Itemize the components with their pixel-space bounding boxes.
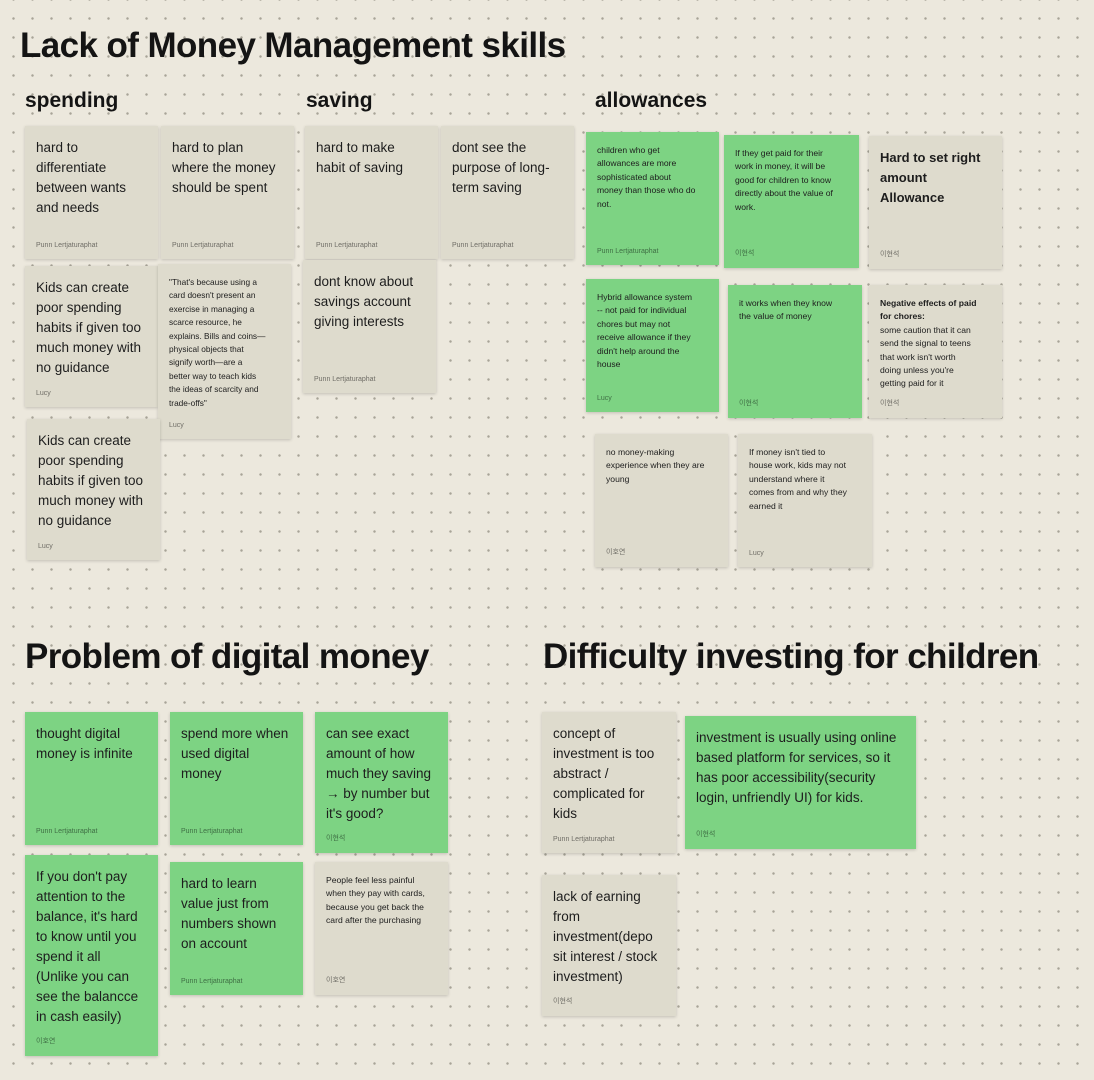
sticky-note[interactable]: Kids can create poor spending habits if … <box>25 266 158 407</box>
note-text: concept of investment is too abstract / … <box>553 726 655 821</box>
note-text: investment is usually using online based… <box>696 730 897 805</box>
note-text: hard to plan where the money should be s… <box>172 140 276 195</box>
sticky-note[interactable]: People feel less painful when they pay w… <box>315 862 448 995</box>
sticky-note[interactable]: thought digital money is infinite Punn L… <box>25 712 158 845</box>
note-author: Punn Lertjaturaphat <box>452 242 514 249</box>
sticky-note[interactable]: spend more when used digital money Punn … <box>170 712 303 845</box>
section-heading-spending: spending <box>25 89 119 112</box>
section-heading-allowances: allowances <box>595 89 708 112</box>
sticky-note[interactable]: Kids can create poor spending habits if … <box>27 419 160 560</box>
sticky-note[interactable]: hard to differentiate between wants and … <box>25 126 158 259</box>
note-author: Punn Lertjaturaphat <box>36 828 98 835</box>
note-text: children who get allowances are more sop… <box>597 145 696 209</box>
note-text: hard to make habit of saving <box>316 140 404 175</box>
sticky-note[interactable]: "That's because using a card doesn't pre… <box>158 264 291 439</box>
sticky-note[interactable]: children who get allowances are more sop… <box>586 132 719 265</box>
board-title: Lack of Money Management skills <box>20 26 566 65</box>
sticky-note[interactable]: hard to make habit of saving Punn Lertja… <box>305 126 438 259</box>
note-text: hard to learn value just from numbers sh… <box>181 876 277 951</box>
note-text: can see exact amount of how much they sa… <box>326 726 432 821</box>
note-author: 이현석 <box>880 251 900 258</box>
note-author: Punn Lertjaturaphat <box>314 376 376 383</box>
sticky-note[interactable]: lack of earning from investment(depo sit… <box>542 875 676 1016</box>
note-author: Punn Lertjaturaphat <box>181 978 243 985</box>
note-author: 이현석 <box>735 250 755 257</box>
note-author: 이호연 <box>326 977 346 984</box>
note-author: 이현석 <box>696 831 716 838</box>
note-text: it works when they know the value of mon… <box>739 298 833 322</box>
note-author: 이현석 <box>326 835 346 842</box>
sticky-note[interactable]: it works when they know the value of mon… <box>728 285 862 418</box>
note-author: Lucy <box>38 543 53 550</box>
note-author: Punn Lertjaturaphat <box>553 836 615 843</box>
note-author: Punn Lertjaturaphat <box>316 242 378 249</box>
note-text: Hard to set right amount Allowance <box>880 150 981 205</box>
section-heading-investing: Difficulty investing for children <box>543 637 1039 676</box>
note-author: Punn Lertjaturaphat <box>597 248 659 255</box>
section-heading-digital-money: Problem of digital money <box>25 637 429 676</box>
sticky-note[interactable]: If money isn't tied to house work, kids … <box>738 434 872 567</box>
note-author: 이호연 <box>606 549 626 556</box>
sticky-note[interactable]: no money-making experience when they are… <box>595 434 728 567</box>
note-author: Lucy <box>597 395 612 402</box>
note-author: 이현석 <box>553 998 573 1005</box>
note-text: no money-making experience when they are… <box>606 447 705 484</box>
note-text: Kids can create poor spending habits if … <box>36 280 142 375</box>
note-text: If they get paid for their work in money… <box>735 148 833 212</box>
section-heading-saving: saving <box>306 89 373 112</box>
note-author: Punn Lertjaturaphat <box>181 828 243 835</box>
note-text: thought digital money is infinite <box>36 726 133 761</box>
note-author: Lucy <box>169 422 184 429</box>
sticky-note[interactable]: Hybrid allowance system -- not paid for … <box>586 279 719 412</box>
note-author: Punn Lertjaturaphat <box>172 242 234 249</box>
note-text: If you don't pay attention to the balanc… <box>36 869 139 1024</box>
note-author: 이호연 <box>36 1038 56 1045</box>
sticky-note[interactable]: dont see the purpose of long- term savin… <box>441 126 574 259</box>
sticky-note[interactable]: hard to plan where the money should be s… <box>161 126 294 259</box>
note-text: hard to differentiate between wants and … <box>36 140 127 215</box>
note-text: If money isn't tied to house work, kids … <box>749 447 847 511</box>
note-text: dont know about savings account giving i… <box>314 274 414 329</box>
note-text: Kids can create poor spending habits if … <box>38 433 144 528</box>
note-author: Punn Lertjaturaphat <box>36 242 98 249</box>
note-text: spend more when used digital money <box>181 726 289 781</box>
sticky-note[interactable]: Negative effects of paid for chores: som… <box>869 285 1002 418</box>
note-text: People feel less painful when they pay w… <box>326 875 425 926</box>
note-text: "That's because using a card doesn't pre… <box>169 277 266 408</box>
sticky-note[interactable]: concept of investment is too abstract / … <box>542 712 676 853</box>
sticky-note[interactable]: If they get paid for their work in money… <box>724 135 859 268</box>
sticky-note[interactable]: investment is usually using online based… <box>685 716 916 849</box>
note-author: Lucy <box>749 550 764 557</box>
note-text: Hybrid allowance system -- not paid for … <box>597 292 693 370</box>
sticky-note[interactable]: dont know about savings account giving i… <box>303 260 436 393</box>
note-author: 이현석 <box>739 400 759 407</box>
note-text: lack of earning from investment(depo sit… <box>553 889 658 984</box>
sticky-note[interactable]: hard to learn value just from numbers sh… <box>170 862 303 995</box>
note-author: 이현석 <box>880 400 900 407</box>
note-text: some caution that it can send the signal… <box>880 324 971 389</box>
sticky-note[interactable]: Hard to set right amount Allowance 이현석 <box>869 136 1002 269</box>
sticky-note[interactable]: If you don't pay attention to the balanc… <box>25 855 158 1056</box>
note-author: Lucy <box>36 390 51 397</box>
note-text: dont see the purpose of long- term savin… <box>452 140 550 195</box>
note-title: Negative effects of paid for chores: <box>880 298 977 322</box>
sticky-note[interactable]: can see exact amount of how much they sa… <box>315 712 448 853</box>
